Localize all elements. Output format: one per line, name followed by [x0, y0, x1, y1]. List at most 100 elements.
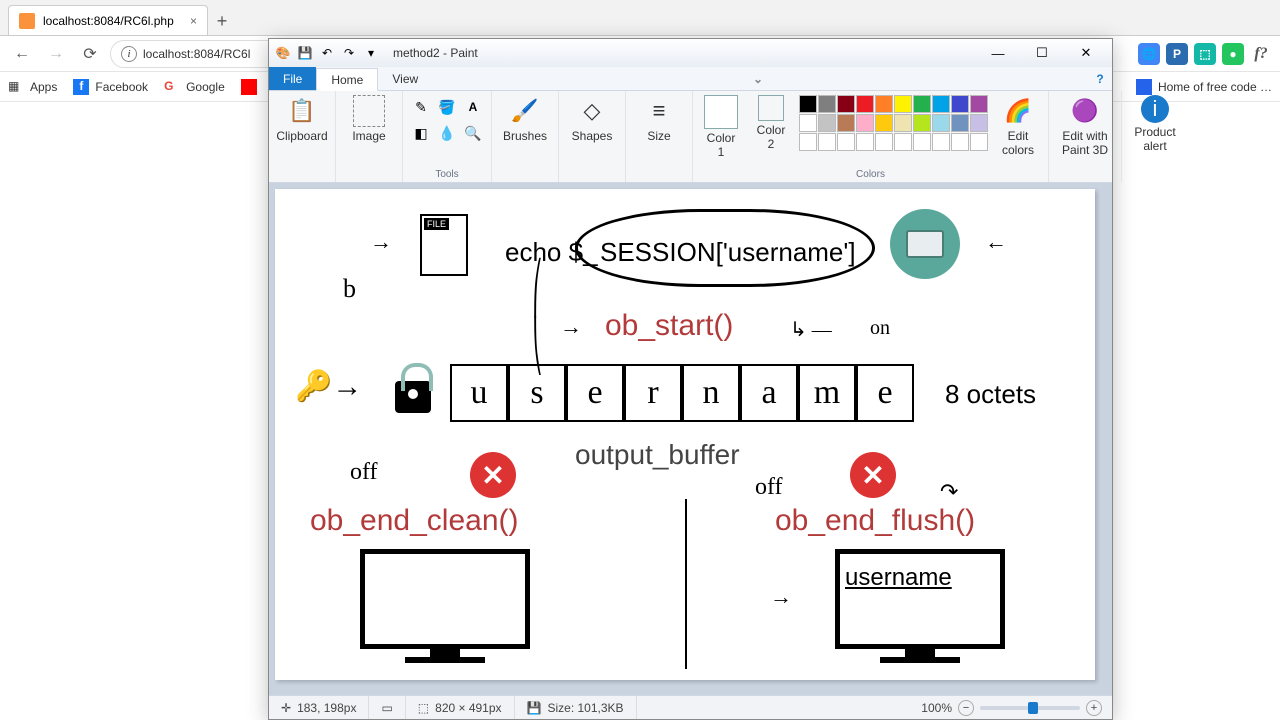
- ext-icon-3[interactable]: ⬚: [1194, 43, 1216, 65]
- color-swatch[interactable]: [799, 133, 817, 151]
- x-icon-1: ✕: [470, 452, 516, 498]
- color-swatch[interactable]: [913, 95, 931, 113]
- file-size: 💾Size: 101,3KB: [515, 696, 637, 719]
- help-icon[interactable]: ?: [1088, 67, 1112, 90]
- title-bar[interactable]: 🎨 💾 ↶ ↷ ▾ method2 - Paint — ☐ ✕: [269, 39, 1112, 67]
- qat-undo-icon[interactable]: ↶: [317, 43, 337, 63]
- buffer-cell: s: [508, 364, 566, 422]
- color-swatch[interactable]: [951, 114, 969, 132]
- color-swatch[interactable]: [932, 133, 950, 151]
- color-swatch[interactable]: [799, 114, 817, 132]
- color-swatch[interactable]: [837, 114, 855, 132]
- disk-icon: 💾: [527, 701, 542, 715]
- site-info-icon[interactable]: i: [121, 46, 137, 62]
- minimize-button[interactable]: —: [976, 40, 1020, 66]
- reload-button[interactable]: ⟳: [76, 40, 104, 68]
- zoom-thumb[interactable]: [1028, 702, 1038, 714]
- forward-button[interactable]: →: [42, 40, 70, 68]
- tab-home[interactable]: Home: [316, 68, 378, 91]
- shapes-button[interactable]: ◇Shapes: [565, 95, 619, 143]
- color-swatch[interactable]: [818, 95, 836, 113]
- color-swatch[interactable]: [951, 133, 969, 151]
- qat-redo-icon[interactable]: ↷: [339, 43, 359, 63]
- facebook-bookmark[interactable]: fFacebook: [73, 79, 148, 95]
- color-swatch[interactable]: [894, 114, 912, 132]
- close-button[interactable]: ✕: [1064, 40, 1108, 66]
- youtube-bookmark[interactable]: [241, 79, 257, 95]
- arrow-scribble: →: [370, 229, 392, 255]
- color-swatch[interactable]: [951, 95, 969, 113]
- back-button[interactable]: ←: [8, 40, 36, 68]
- tab-view[interactable]: View: [378, 67, 432, 90]
- session-text: SESSION['username']: [600, 237, 856, 268]
- palette: [799, 95, 988, 151]
- pencil-tool[interactable]: ✎: [409, 95, 433, 119]
- color-swatch[interactable]: [818, 133, 836, 151]
- magnify-tool[interactable]: 🔍: [461, 121, 485, 145]
- color-swatch[interactable]: [818, 114, 836, 132]
- color-swatch[interactable]: [856, 133, 874, 151]
- color-swatch[interactable]: [837, 95, 855, 113]
- server-graphic: [890, 209, 960, 279]
- picker-tool[interactable]: 💧: [435, 121, 459, 145]
- color1-button[interactable]: Color 1: [699, 95, 743, 159]
- color-swatch[interactable]: [894, 95, 912, 113]
- brushes-button[interactable]: 🖌️Brushes: [498, 95, 552, 143]
- color-swatch[interactable]: [799, 95, 817, 113]
- color-swatch[interactable]: [856, 95, 874, 113]
- color-swatch[interactable]: [913, 133, 931, 151]
- zoom-slider[interactable]: [980, 706, 1080, 710]
- buffer-cell: r: [624, 364, 682, 422]
- color-swatch[interactable]: [837, 133, 855, 151]
- canvas-area[interactable]: FILE → b echo $_ SESSION['username'] ← o…: [269, 183, 1112, 695]
- ext-icon-2[interactable]: P: [1166, 43, 1188, 65]
- color-swatch[interactable]: [932, 114, 950, 132]
- apps-bookmark[interactable]: ▦Apps: [8, 79, 57, 95]
- ext-icon-5[interactable]: f?: [1250, 43, 1272, 65]
- google-bookmark[interactable]: GGoogle: [164, 79, 225, 95]
- paint-app-icon[interactable]: 🎨: [273, 43, 293, 63]
- product-alert-button[interactable]: iProduct alert: [1128, 95, 1182, 153]
- color-swatch[interactable]: [932, 95, 950, 113]
- scribble-on: on: [870, 317, 890, 340]
- new-tab-button[interactable]: +: [208, 7, 236, 35]
- arrow-scribble-3: ↳ —: [790, 317, 832, 342]
- tab-file[interactable]: File: [269, 67, 316, 90]
- maximize-button[interactable]: ☐: [1020, 40, 1064, 66]
- edit-colors-button[interactable]: 🌈Edit colors: [994, 95, 1042, 157]
- tab-close-icon[interactable]: ×: [190, 14, 197, 28]
- color-swatch[interactable]: [894, 133, 912, 151]
- ribbon: 📋Clipboard Image ✎ 🪣 A ◧ 💧 🔍 Tools 🖌️Bru…: [269, 91, 1112, 183]
- cursor-pos: ✛183, 198px: [269, 696, 369, 719]
- zoom-in-button[interactable]: +: [1086, 700, 1102, 716]
- text-tool[interactable]: A: [461, 95, 485, 119]
- color-swatch[interactable]: [875, 95, 893, 113]
- color-swatch[interactable]: [856, 114, 874, 132]
- ext-icon-4[interactable]: ●: [1222, 43, 1244, 65]
- clipboard-button[interactable]: 📋Clipboard: [275, 95, 329, 143]
- paint3d-button[interactable]: 🟣Edit with Paint 3D: [1055, 95, 1115, 157]
- color-swatch[interactable]: [913, 114, 931, 132]
- color-swatch[interactable]: [970, 95, 988, 113]
- qat-customize-icon[interactable]: ▾: [361, 43, 381, 63]
- x-icon-2: ✕: [850, 452, 896, 498]
- canvas[interactable]: FILE → b echo $_ SESSION['username'] ← o…: [275, 189, 1095, 680]
- zoom-out-button[interactable]: −: [958, 700, 974, 716]
- ext-icon-1[interactable]: 🌐: [1138, 43, 1160, 65]
- fill-tool[interactable]: 🪣: [435, 95, 459, 119]
- color-swatch[interactable]: [970, 133, 988, 151]
- ob-start-text: ob_start(): [605, 309, 733, 343]
- qat-save-icon[interactable]: 💾: [295, 43, 315, 63]
- color-swatch[interactable]: [970, 114, 988, 132]
- color-swatch[interactable]: [875, 133, 893, 151]
- eraser-tool[interactable]: ◧: [409, 121, 433, 145]
- color2-button[interactable]: Color 2: [749, 95, 793, 151]
- image-select-button[interactable]: Image: [342, 95, 396, 143]
- size-button[interactable]: ≡Size: [632, 95, 686, 143]
- color-swatch[interactable]: [875, 114, 893, 132]
- browser-tab[interactable]: localhost:8084/RC6l.php ×: [8, 5, 208, 35]
- scribble-off-1: off: [350, 459, 378, 486]
- ribbon-collapse-icon[interactable]: ⌄: [746, 67, 770, 90]
- arrow-scribble-4: →: [560, 314, 582, 340]
- address-bar[interactable]: i localhost:8084/RC6l: [110, 40, 290, 68]
